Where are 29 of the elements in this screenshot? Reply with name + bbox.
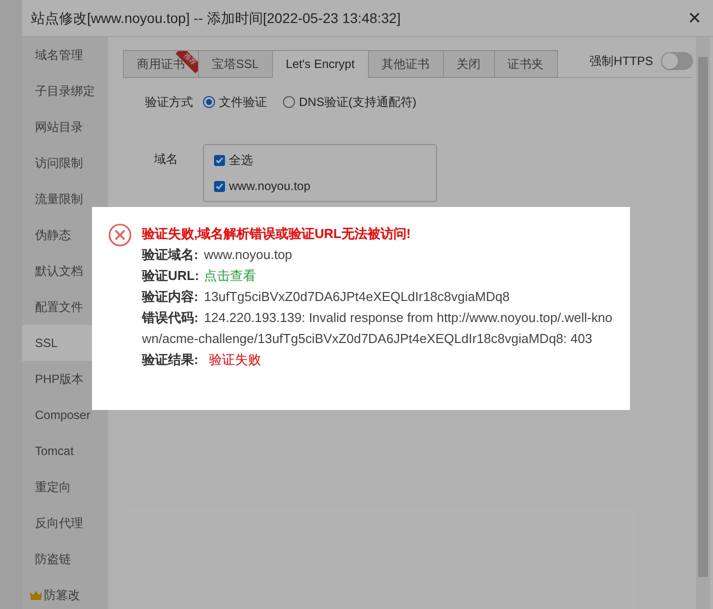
info-line: 验证内容: 13ufTg5ciBVxZ0d7DA6JPt4eXEQLdIr18c8vgiaMDq8 <box>142 288 511 306</box>
tab[interactable]: 宝塔SSL <box>198 50 273 78</box>
tab[interactable]: 其他证书 <box>368 50 444 78</box>
tab[interactable]: Let's Encrypt <box>272 50 369 78</box>
error-icon <box>108 223 132 247</box>
checkbox-label: 全选 <box>229 152 253 169</box>
view-link[interactable]: 点击查看 <box>204 268 256 283</box>
radio-label: DNS验证(支持通配符) <box>299 94 416 111</box>
radio-label: 文件验证 <box>219 94 267 111</box>
info-line: 验证域名: www.noyou.top <box>142 246 294 264</box>
field-label: 域名 <box>153 151 179 168</box>
scrollbar-thumb[interactable] <box>698 57 708 577</box>
tab[interactable]: 关闭 <box>442 50 495 78</box>
force-https-label: 强制HTTPS <box>590 53 653 70</box>
crown-icon <box>30 590 42 600</box>
field-label: 验证URL: <box>142 267 200 285</box>
field-label: 验证方式 <box>144 94 194 111</box>
close-button[interactable]: × <box>688 7 701 29</box>
info-line: 错误代码: 124.220.193.139: Invalid response from http://www.noyou.top/.well-known/acme-challenge/13ufTg5ciBVxZ0d7DA6JPt4eXEQLdIr18c8vgiaMDq8: 403 <box>142 309 614 348</box>
tab[interactable]: 证书夹 <box>494 50 558 78</box>
checkbox[interactable] <box>214 180 225 192</box>
radio-button[interactable] <box>203 96 215 108</box>
window-title: 站点修改[www.noyou.top] -- 添加时间[2022-05-23 13:48:32] <box>31 8 401 28</box>
radio-button[interactable] <box>283 96 295 108</box>
info-line: 验证结果: 验证失败 <box>142 351 262 369</box>
checkbox[interactable] <box>214 154 225 166</box>
checkbox-label: www.noyou.top <box>229 178 310 195</box>
force-https-toggle[interactable] <box>661 52 693 70</box>
error-message: 验证失败,域名解析错误或验证URL无法被访问! <box>142 225 412 243</box>
